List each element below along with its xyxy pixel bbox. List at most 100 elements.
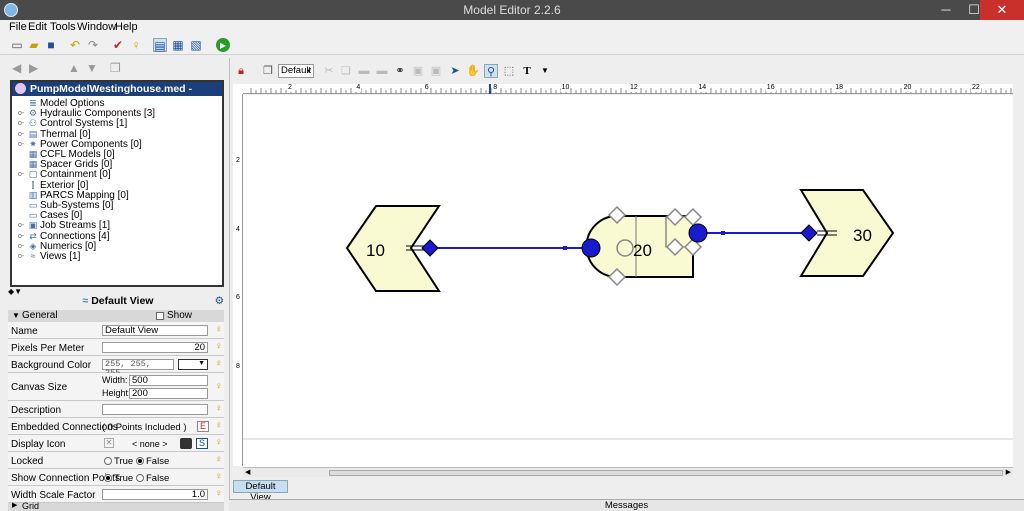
edit-connections-icon[interactable]: E [197,421,209,432]
title-bar: Model Editor 2.2.6 ─ ☐ ✕ [0,0,1024,20]
camera-icon[interactable] [180,438,192,449]
minimize-button[interactable]: ─ [932,0,960,20]
help-lightbulb-icon[interactable]: ♀ [215,438,223,449]
description-input[interactable] [102,404,208,415]
width-scale-factor-input[interactable]: 1.0 [102,489,208,500]
paste-icon[interactable]: ❏ [339,64,353,78]
locked-true-radio[interactable]: True [104,456,133,467]
scrollbar-thumb[interactable] [329,470,1003,476]
height-label: Height: [102,388,131,398]
help-lightbulb-icon[interactable]: ♀ [215,382,223,393]
canvas-height-input[interactable]: 200 [129,388,208,399]
vertical-ruler: 2 4 6 8 [233,94,243,466]
expand-toggle-icon[interactable]: o- [18,221,24,231]
lock-icon[interactable]: 🔒︎ [234,64,248,78]
open-folder-icon[interactable]: ▰ [27,38,41,52]
property-row-locked: Locked True False ♀ [8,452,224,469]
connection-handle[interactable] [800,224,818,242]
menu-help[interactable]: Help [115,21,138,33]
zoom-fit-icon[interactable]: ⬚ [502,64,516,78]
ruler-label: 6 [423,84,430,92]
property-group-general[interactable]: ▼ General Show Disabled [8,310,224,333]
ruler-label: 2 [236,157,240,164]
menu-tools[interactable]: Tools [50,21,76,33]
horizontal-scrollbar[interactable]: ◀ ▶ [243,467,1013,477]
run-icon[interactable]: ▸ [216,38,230,52]
binoculars-icon[interactable]: ⚭ [393,64,407,78]
undo-icon[interactable]: ↶ [68,38,82,52]
pointer-icon[interactable]: ➤ [448,64,462,78]
properties-settings-icon[interactable]: ⚙ [215,293,224,309]
show-connections-false-radio[interactable]: False [136,473,169,484]
layout-grid-icon[interactable]: ▦ [171,38,185,52]
property-group-grid[interactable]: ▶ Grid [8,501,224,511]
show-connections-true-radio[interactable]: True [104,473,133,484]
more-tools-dropdown-icon[interactable]: ▼ [538,64,552,78]
tree-root[interactable]: PumpModelWestinghouse.med - (unnamed) [12,82,222,109]
align-icon[interactable]: ▬ [357,64,371,78]
pixels-per-meter-input[interactable]: 20 [102,342,208,353]
copy-view-icon[interactable]: ❐ [261,64,275,78]
layout-tree-icon[interactable]: ▤ [153,38,167,53]
menu-file[interactable]: File [9,21,27,33]
expand-toggle-icon[interactable]: o- [18,232,24,242]
group-icon[interactable]: ▣ [411,64,425,78]
up-arrow-icon[interactable]: ▲ [68,61,80,75]
close-button[interactable]: ✕ [980,0,1024,20]
menu-edit[interactable]: Edit [28,21,47,33]
text-tool-icon[interactable]: T [520,64,534,78]
check-icon[interactable]: ✔ [111,38,125,52]
down-arrow-icon[interactable]: ▼ [86,61,98,75]
back-arrow-icon[interactable]: ◀ [12,61,21,75]
tree-item-label: Job Streams [1] [40,220,111,232]
copy-icon[interactable]: ❐ [110,61,121,75]
connection-handle[interactable] [688,223,708,243]
help-lightbulb-icon[interactable]: ♀ [215,421,223,432]
scroll-right-icon[interactable]: ▶ [1006,468,1011,476]
view-dropdown[interactable]: Default ▼ [278,64,314,78]
lightbulb-icon[interactable]: ♀ [129,38,143,52]
messages-panel[interactable]: Messages [229,499,1024,511]
name-input[interactable]: Default View [102,325,208,336]
ungroup-icon[interactable]: ▣ [429,64,443,78]
cut-icon[interactable]: ✂ [322,64,336,78]
show-disabled-checkbox[interactable] [156,312,164,320]
help-lightbulb-icon[interactable]: ♀ [215,359,223,370]
menu-window[interactable]: Window [77,21,116,33]
expand-toggle-icon[interactable]: o- [18,242,24,252]
distribute-icon[interactable]: ▬ [375,64,389,78]
expand-toggle-icon[interactable]: o- [18,109,24,119]
zoom-icon[interactable]: ⚲ [484,64,498,78]
help-lightbulb-icon[interactable]: ♀ [215,325,223,336]
select-icon-button[interactable]: S [196,438,208,449]
help-lightbulb-icon[interactable]: ♀ [215,472,223,483]
color-picker-dropdown[interactable]: ▼ [178,359,208,370]
forward-arrow-icon[interactable]: ▶ [29,61,38,75]
save-icon[interactable]: ■ [44,38,58,52]
expand-toggle-icon[interactable]: o- [18,170,24,180]
clear-icon[interactable]: ✕ [104,438,114,448]
property-row-name: Name Default View ♀ [8,322,224,339]
scroll-left-icon[interactable]: ◀ [245,468,250,476]
connection-handle[interactable] [421,239,439,257]
pan-hand-icon[interactable]: ✋ [466,64,480,78]
help-lightbulb-icon[interactable]: ♀ [215,489,223,500]
expand-toggle-icon[interactable]: o- [18,119,24,129]
locked-false-radio[interactable]: False [136,456,169,467]
connection-handle[interactable] [581,238,601,258]
diagram-canvas[interactable]: 10 20 30 [243,95,1013,467]
tree-item-label: Views [1] [40,251,81,262]
expand-toggle-icon[interactable]: o- [18,130,24,140]
help-lightbulb-icon[interactable]: ♀ [215,455,223,466]
ruler-label: 18 [834,84,844,92]
canvas-width-input[interactable]: 500 [129,375,208,386]
expand-toggle-icon[interactable]: o- [18,140,24,150]
new-file-icon[interactable]: ▭ [10,38,24,52]
background-color-input[interactable]: 255, 255, 255 [102,359,174,378]
help-lightbulb-icon[interactable]: ♀ [215,404,223,415]
redo-icon[interactable]: ↷ [86,38,100,52]
expand-toggle-icon[interactable]: o- [18,252,24,262]
help-lightbulb-icon[interactable]: ♀ [215,342,223,353]
layout-split-icon[interactable]: ▧ [189,38,203,52]
tab-default-view[interactable]: Default View [233,480,288,503]
